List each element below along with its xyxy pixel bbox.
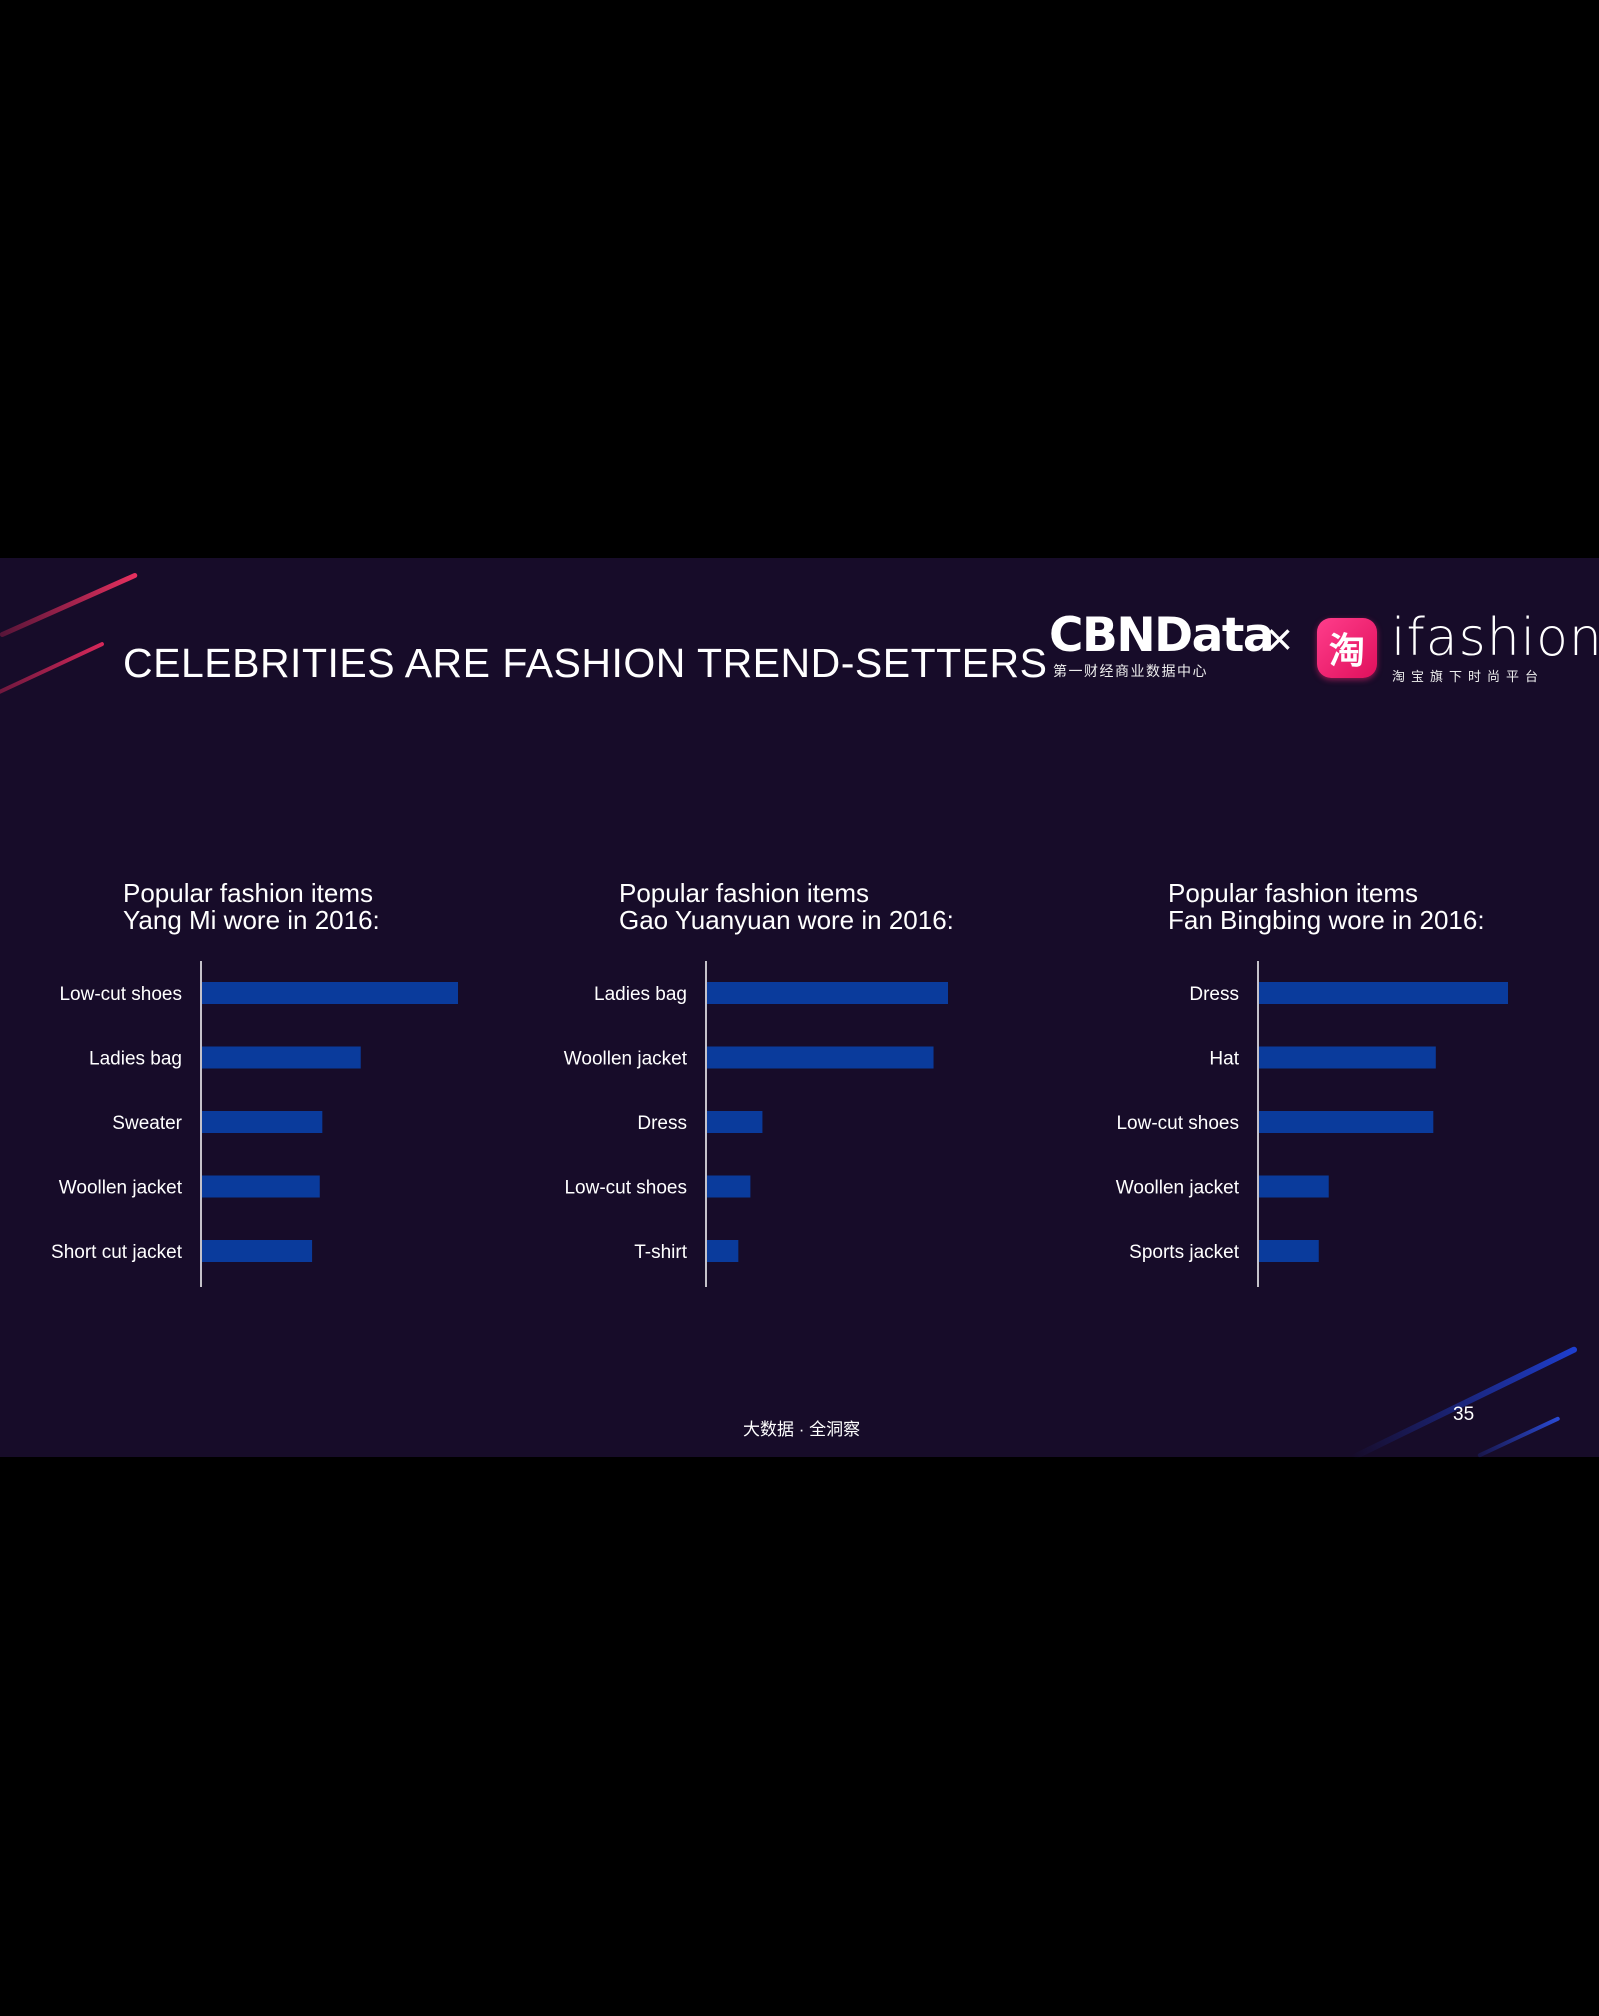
category-label: Low-cut shoes	[1116, 1113, 1239, 1134]
bar	[202, 1175, 320, 1198]
category-label: Dress	[1189, 984, 1239, 1005]
bar	[202, 1111, 323, 1133]
bar	[1259, 1111, 1434, 1133]
category-label: Woollen jacket	[1116, 1178, 1240, 1199]
bar-charts: Low-cut shoes Ladies bag Sweater Woollen ja…	[51, 961, 1508, 1287]
bar	[707, 1240, 739, 1262]
category-label: Hat	[1209, 1049, 1239, 1070]
category-label: Sweater	[112, 1113, 182, 1134]
bar	[202, 1046, 361, 1069]
bar	[1259, 1240, 1319, 1262]
category-label: Woollen jacket	[564, 1049, 688, 1070]
footer-slogan: 大数据 · 全洞察	[743, 1420, 861, 1439]
bar	[202, 1240, 313, 1262]
bar	[1259, 1046, 1436, 1069]
category-label: Short cut jacket	[51, 1242, 183, 1263]
bar	[707, 1111, 763, 1133]
category-label: Ladies bag	[89, 1049, 182, 1070]
category-label: Dress	[637, 1113, 687, 1134]
category-label: Sports jacket	[1129, 1242, 1240, 1263]
category-label: Woollen jacket	[59, 1178, 183, 1199]
page-number: 35	[1453, 1404, 1475, 1425]
category-label: Low-cut shoes	[59, 984, 182, 1005]
bar	[707, 1046, 934, 1069]
category-label: Ladies bag	[594, 984, 687, 1005]
category-label: T-shirt	[634, 1242, 688, 1263]
bar	[707, 1175, 751, 1198]
bar	[1259, 1175, 1329, 1198]
bar	[202, 982, 458, 1004]
bar	[1259, 982, 1508, 1004]
bar	[707, 982, 948, 1004]
category-label: Low-cut shoes	[564, 1178, 687, 1199]
